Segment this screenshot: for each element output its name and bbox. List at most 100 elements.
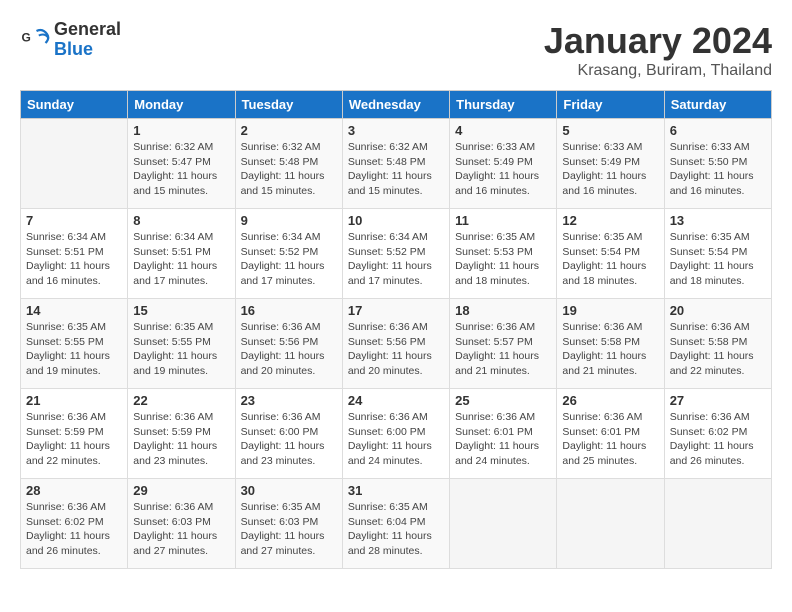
- day-cell: [450, 479, 557, 569]
- day-cell: 20 Sunrise: 6:36 AM Sunset: 5:58 PM Dayl…: [664, 299, 771, 389]
- day-info: Sunrise: 6:35 AM Sunset: 5:55 PM Dayligh…: [26, 320, 122, 379]
- logo: G General Blue: [20, 20, 121, 60]
- day-info: Sunrise: 6:36 AM Sunset: 5:59 PM Dayligh…: [133, 410, 229, 469]
- day-number: 2: [241, 123, 337, 138]
- day-cell: 23 Sunrise: 6:36 AM Sunset: 6:00 PM Dayl…: [235, 389, 342, 479]
- day-info: Sunrise: 6:34 AM Sunset: 5:51 PM Dayligh…: [133, 230, 229, 289]
- day-number: 9: [241, 213, 337, 228]
- day-cell: 1 Sunrise: 6:32 AM Sunset: 5:47 PM Dayli…: [128, 119, 235, 209]
- header-cell-wednesday: Wednesday: [342, 91, 449, 119]
- location: Krasang, Buriram, Thailand: [544, 62, 772, 80]
- week-row-3: 14 Sunrise: 6:35 AM Sunset: 5:55 PM Dayl…: [21, 299, 772, 389]
- day-number: 17: [348, 303, 444, 318]
- day-number: 26: [562, 393, 658, 408]
- day-number: 1: [133, 123, 229, 138]
- week-row-2: 7 Sunrise: 6:34 AM Sunset: 5:51 PM Dayli…: [21, 209, 772, 299]
- day-cell: 4 Sunrise: 6:33 AM Sunset: 5:49 PM Dayli…: [450, 119, 557, 209]
- day-number: 30: [241, 483, 337, 498]
- day-info: Sunrise: 6:36 AM Sunset: 6:02 PM Dayligh…: [670, 410, 766, 469]
- day-cell: 11 Sunrise: 6:35 AM Sunset: 5:53 PM Dayl…: [450, 209, 557, 299]
- day-info: Sunrise: 6:34 AM Sunset: 5:51 PM Dayligh…: [26, 230, 122, 289]
- day-cell: 31 Sunrise: 6:35 AM Sunset: 6:04 PM Dayl…: [342, 479, 449, 569]
- day-info: Sunrise: 6:36 AM Sunset: 6:03 PM Dayligh…: [133, 500, 229, 559]
- day-number: 20: [670, 303, 766, 318]
- day-number: 3: [348, 123, 444, 138]
- day-cell: 25 Sunrise: 6:36 AM Sunset: 6:01 PM Dayl…: [450, 389, 557, 479]
- calendar-header: SundayMondayTuesdayWednesdayThursdayFrid…: [21, 91, 772, 119]
- day-number: 28: [26, 483, 122, 498]
- day-cell: 14 Sunrise: 6:35 AM Sunset: 5:55 PM Dayl…: [21, 299, 128, 389]
- day-cell: 15 Sunrise: 6:35 AM Sunset: 5:55 PM Dayl…: [128, 299, 235, 389]
- calendar-table: SundayMondayTuesdayWednesdayThursdayFrid…: [20, 90, 772, 569]
- day-info: Sunrise: 6:32 AM Sunset: 5:48 PM Dayligh…: [348, 140, 444, 199]
- day-cell: 27 Sunrise: 6:36 AM Sunset: 6:02 PM Dayl…: [664, 389, 771, 479]
- day-info: Sunrise: 6:35 AM Sunset: 5:54 PM Dayligh…: [670, 230, 766, 289]
- week-row-1: 1 Sunrise: 6:32 AM Sunset: 5:47 PM Dayli…: [21, 119, 772, 209]
- day-cell: 12 Sunrise: 6:35 AM Sunset: 5:54 PM Dayl…: [557, 209, 664, 299]
- day-info: Sunrise: 6:35 AM Sunset: 5:54 PM Dayligh…: [562, 230, 658, 289]
- header-cell-monday: Monday: [128, 91, 235, 119]
- day-cell: 5 Sunrise: 6:33 AM Sunset: 5:49 PM Dayli…: [557, 119, 664, 209]
- day-info: Sunrise: 6:33 AM Sunset: 5:49 PM Dayligh…: [562, 140, 658, 199]
- day-info: Sunrise: 6:33 AM Sunset: 5:50 PM Dayligh…: [670, 140, 766, 199]
- day-number: 5: [562, 123, 658, 138]
- day-number: 16: [241, 303, 337, 318]
- day-cell: 22 Sunrise: 6:36 AM Sunset: 5:59 PM Dayl…: [128, 389, 235, 479]
- day-info: Sunrise: 6:35 AM Sunset: 5:53 PM Dayligh…: [455, 230, 551, 289]
- day-cell: 18 Sunrise: 6:36 AM Sunset: 5:57 PM Dayl…: [450, 299, 557, 389]
- day-number: 22: [133, 393, 229, 408]
- day-number: 15: [133, 303, 229, 318]
- day-cell: 17 Sunrise: 6:36 AM Sunset: 5:56 PM Dayl…: [342, 299, 449, 389]
- day-info: Sunrise: 6:36 AM Sunset: 5:56 PM Dayligh…: [348, 320, 444, 379]
- day-cell: 2 Sunrise: 6:32 AM Sunset: 5:48 PM Dayli…: [235, 119, 342, 209]
- day-info: Sunrise: 6:36 AM Sunset: 6:00 PM Dayligh…: [241, 410, 337, 469]
- header-cell-tuesday: Tuesday: [235, 91, 342, 119]
- day-cell: 16 Sunrise: 6:36 AM Sunset: 5:56 PM Dayl…: [235, 299, 342, 389]
- day-info: Sunrise: 6:35 AM Sunset: 6:03 PM Dayligh…: [241, 500, 337, 559]
- day-number: 12: [562, 213, 658, 228]
- day-cell: 29 Sunrise: 6:36 AM Sunset: 6:03 PM Dayl…: [128, 479, 235, 569]
- day-info: Sunrise: 6:34 AM Sunset: 5:52 PM Dayligh…: [241, 230, 337, 289]
- week-row-5: 28 Sunrise: 6:36 AM Sunset: 6:02 PM Dayl…: [21, 479, 772, 569]
- page-header: G General Blue January 2024 Krasang, Bur…: [20, 20, 772, 80]
- day-info: Sunrise: 6:36 AM Sunset: 5:59 PM Dayligh…: [26, 410, 122, 469]
- day-number: 31: [348, 483, 444, 498]
- day-number: 13: [670, 213, 766, 228]
- day-info: Sunrise: 6:36 AM Sunset: 6:00 PM Dayligh…: [348, 410, 444, 469]
- day-number: 21: [26, 393, 122, 408]
- day-number: 6: [670, 123, 766, 138]
- day-number: 18: [455, 303, 551, 318]
- day-number: 8: [133, 213, 229, 228]
- logo-icon: G: [20, 25, 50, 55]
- day-info: Sunrise: 6:33 AM Sunset: 5:49 PM Dayligh…: [455, 140, 551, 199]
- day-cell: 6 Sunrise: 6:33 AM Sunset: 5:50 PM Dayli…: [664, 119, 771, 209]
- day-cell: 3 Sunrise: 6:32 AM Sunset: 5:48 PM Dayli…: [342, 119, 449, 209]
- month-title: January 2024: [544, 20, 772, 62]
- day-info: Sunrise: 6:36 AM Sunset: 6:01 PM Dayligh…: [562, 410, 658, 469]
- week-row-4: 21 Sunrise: 6:36 AM Sunset: 5:59 PM Dayl…: [21, 389, 772, 479]
- day-cell: [664, 479, 771, 569]
- day-number: 27: [670, 393, 766, 408]
- day-cell: 30 Sunrise: 6:35 AM Sunset: 6:03 PM Dayl…: [235, 479, 342, 569]
- day-number: 11: [455, 213, 551, 228]
- day-info: Sunrise: 6:32 AM Sunset: 5:47 PM Dayligh…: [133, 140, 229, 199]
- day-cell: 7 Sunrise: 6:34 AM Sunset: 5:51 PM Dayli…: [21, 209, 128, 299]
- day-info: Sunrise: 6:34 AM Sunset: 5:52 PM Dayligh…: [348, 230, 444, 289]
- day-info: Sunrise: 6:36 AM Sunset: 6:01 PM Dayligh…: [455, 410, 551, 469]
- day-number: 23: [241, 393, 337, 408]
- day-info: Sunrise: 6:35 AM Sunset: 5:55 PM Dayligh…: [133, 320, 229, 379]
- day-number: 7: [26, 213, 122, 228]
- header-cell-friday: Friday: [557, 91, 664, 119]
- day-cell: 9 Sunrise: 6:34 AM Sunset: 5:52 PM Dayli…: [235, 209, 342, 299]
- day-number: 24: [348, 393, 444, 408]
- day-info: Sunrise: 6:36 AM Sunset: 6:02 PM Dayligh…: [26, 500, 122, 559]
- day-info: Sunrise: 6:36 AM Sunset: 5:57 PM Dayligh…: [455, 320, 551, 379]
- day-info: Sunrise: 6:36 AM Sunset: 5:56 PM Dayligh…: [241, 320, 337, 379]
- header-cell-thursday: Thursday: [450, 91, 557, 119]
- day-cell: 13 Sunrise: 6:35 AM Sunset: 5:54 PM Dayl…: [664, 209, 771, 299]
- day-cell: [21, 119, 128, 209]
- day-cell: 10 Sunrise: 6:34 AM Sunset: 5:52 PM Dayl…: [342, 209, 449, 299]
- day-number: 19: [562, 303, 658, 318]
- day-cell: 26 Sunrise: 6:36 AM Sunset: 6:01 PM Dayl…: [557, 389, 664, 479]
- svg-text:G: G: [22, 30, 31, 44]
